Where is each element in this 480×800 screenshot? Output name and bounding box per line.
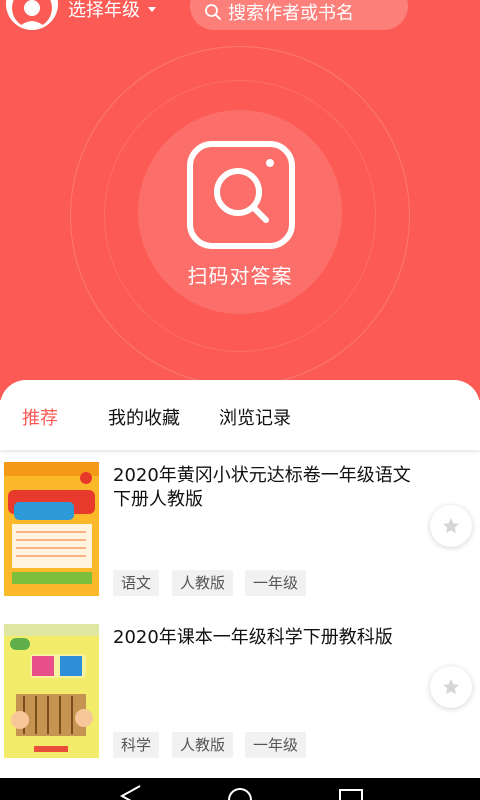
header: 扫码对答案 选择年级 搜索作者或书名 <box>0 0 480 400</box>
tag-subject: 语文 <box>113 570 160 596</box>
textbook-math-cover-illustration <box>4 624 99 758</box>
tag-edition: 人教版 <box>172 570 234 596</box>
grade-selector[interactable]: 选择年级 <box>68 0 156 22</box>
book-title[interactable]: 2020年黄冈小状元达标卷一年级语文下册人教版 <box>113 464 418 512</box>
tab-bar: 推荐 我的收藏 浏览记录 <box>0 380 480 450</box>
tag-edition: 人教版 <box>172 732 234 758</box>
favorite-button[interactable] <box>430 505 472 547</box>
favorite-button[interactable] <box>430 666 472 708</box>
dabiaojuan-cover-illustration <box>4 462 99 596</box>
book-list-item[interactable]: 2020年黄冈小状元达标卷一年级语文下册人教版 语文 人教版 一年级 <box>0 460 480 610</box>
system-nav-bar <box>0 778 480 800</box>
book-cover[interactable] <box>4 462 99 596</box>
star-icon <box>443 518 459 534</box>
tab-recommend[interactable]: 推荐 <box>22 404 58 430</box>
scan-label[interactable]: 扫码对答案 <box>140 260 340 289</box>
search-icon <box>205 4 221 20</box>
tag-subject: 科学 <box>113 732 160 758</box>
scan-qr-icon[interactable] <box>186 140 296 250</box>
book-title[interactable]: 2020年课本一年级科学下册教科版 <box>113 626 418 650</box>
book-cover[interactable] <box>4 624 99 758</box>
grade-label: 选择年级 <box>68 0 140 21</box>
search-placeholder: 搜索作者或书名 <box>228 3 354 24</box>
tag-grade: 一年级 <box>245 570 307 596</box>
tag-grade: 一年级 <box>245 732 307 758</box>
chevron-down-icon <box>148 6 156 12</box>
book-list-item[interactable]: 2020年课本一年级科学下册教科版 科学 人教版 一年级 <box>0 622 480 772</box>
star-icon <box>443 679 459 695</box>
back-icon[interactable] <box>119 785 141 800</box>
search-input[interactable]: 搜索作者或书名 <box>190 0 408 30</box>
recent-apps-icon[interactable] <box>339 789 363 800</box>
tab-history[interactable]: 浏览记录 <box>219 404 291 430</box>
home-icon[interactable] <box>228 788 252 800</box>
tab-favorites[interactable]: 我的收藏 <box>108 404 180 430</box>
user-avatar-icon[interactable] <box>6 0 58 30</box>
